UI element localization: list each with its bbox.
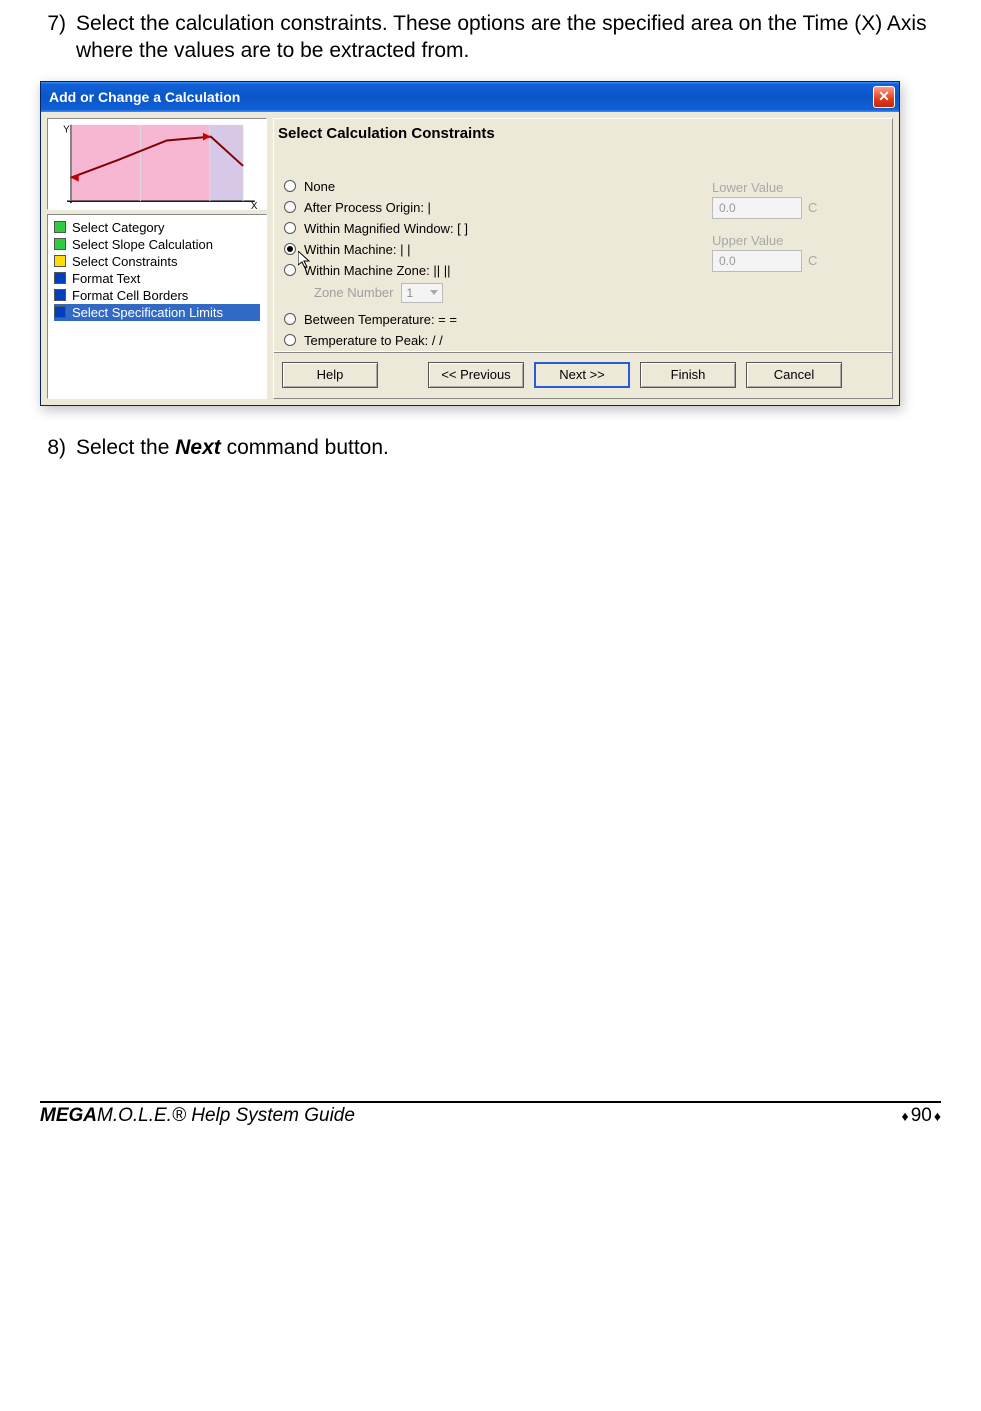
radio-label: Within Machine Zone: || || [304,263,450,278]
value-inputs: Lower Value 0.0 C Upper Value 0.0 C [712,176,882,351]
step-8-text: Select the Next command button. [76,434,941,461]
radio-icon [284,222,296,234]
dialog-window: Add or Change a Calculation ✕ [40,81,900,406]
step-7-text: Select the calculation constraints. Thes… [76,10,941,65]
step-label: Select Specification Limits [72,305,223,320]
status-icon [54,306,66,318]
upper-value-label: Upper Value [712,233,882,248]
radio-after-origin[interactable]: After Process Origin: | [284,197,682,218]
upper-value-input[interactable]: 0.0 [712,250,802,272]
radio-icon [284,334,296,346]
step-label: Format Text [72,271,140,286]
chart-preview: Y X [47,118,267,210]
input-value: 0.0 [719,201,736,215]
zone-number-row: Zone Number 1 [284,283,682,303]
finish-button[interactable]: Finish [640,362,736,388]
diamond-icon: ♦ [902,1108,909,1124]
input-value: 0.0 [719,254,736,268]
step-label: Select Constraints [72,254,178,269]
brand-rest: M.O.L.E.® Help System Guide [97,1105,355,1126]
radio-icon [284,201,296,213]
step-label: Format Cell Borders [72,288,188,303]
svg-text:X: X [251,201,258,209]
step-8-pre: Select the [76,436,175,459]
constraint-radio-group: None After Process Origin: | Within Magn… [284,176,682,351]
radio-icon [284,313,296,325]
lower-unit: C [808,200,817,215]
status-icon [54,221,66,233]
radio-icon [284,180,296,192]
radio-label: Within Magnified Window: [ ] [304,221,468,236]
diamond-icon: ♦ [934,1108,941,1124]
step-item-category[interactable]: Select Category [54,219,260,236]
step-item-slope[interactable]: Select Slope Calculation [54,236,260,253]
radio-icon [284,264,296,276]
step-8: 8) Select the Next command button. [40,434,941,461]
radio-label: None [304,179,335,194]
radio-temp-peak[interactable]: Temperature to Peak: / / [284,330,682,351]
next-button[interactable]: Next >> [534,362,630,388]
lower-value-label: Lower Value [712,180,882,195]
status-icon [54,238,66,250]
panel-heading: Select Calculation Constraints [274,119,892,170]
zone-number-select[interactable]: 1 [401,283,443,303]
step-label: Select Slope Calculation [72,237,213,252]
status-icon [54,272,66,284]
svg-text:Y: Y [63,124,70,135]
footer-brand: MEGAM.O.L.E.® Help System Guide [40,1105,355,1127]
status-icon [54,255,66,267]
help-button[interactable]: Help [282,362,378,388]
close-icon: ✕ [878,88,890,105]
radio-label: After Process Origin: | [304,200,431,215]
previous-button[interactable]: << Previous [428,362,524,388]
radio-machine-zone[interactable]: Within Machine Zone: || || [284,260,682,281]
step-item-format-borders[interactable]: Format Cell Borders [54,287,260,304]
status-icon [54,289,66,301]
step-8-bold: Next [175,436,221,459]
footer-page: ♦90♦ [902,1105,941,1127]
chevron-down-icon [430,290,438,295]
zone-label: Zone Number [314,285,393,300]
footer-divider [40,1101,941,1103]
zone-value: 1 [406,286,413,300]
title-bar: Add or Change a Calculation ✕ [41,82,899,112]
radio-icon [284,243,296,255]
step-7: 7) Select the calculation constraints. T… [40,10,941,65]
brand-bold: MEGA [40,1105,97,1126]
button-row: Help << Previous Next >> Finish Cancel [274,351,892,398]
step-item-format-text[interactable]: Format Text [54,270,260,287]
radio-none[interactable]: None [284,176,682,197]
radio-between-temp[interactable]: Between Temperature: = = [284,309,682,330]
step-item-constraints[interactable]: Select Constraints [54,253,260,270]
step-8-number: 8) [40,434,76,461]
wizard-steps-list: Select Category Select Slope Calculation… [47,214,267,399]
radio-within-machine[interactable]: Within Machine: | | [284,239,682,260]
cancel-button[interactable]: Cancel [746,362,842,388]
lower-value-input[interactable]: 0.0 [712,197,802,219]
upper-unit: C [808,253,817,268]
radio-magnified[interactable]: Within Magnified Window: [ ] [284,218,682,239]
radio-label: Between Temperature: = = [304,312,457,327]
step-item-spec-limits[interactable]: Select Specification Limits [54,304,260,321]
radio-label: Within Machine: | | [304,242,410,257]
page-number: 90 [911,1105,932,1127]
page-footer: MEGAM.O.L.E.® Help System Guide ♦90♦ [0,1105,981,1141]
step-7-number: 7) [40,10,76,65]
close-button[interactable]: ✕ [873,86,895,108]
step-8-post: command button. [221,436,389,459]
step-label: Select Category [72,220,165,235]
window-title: Add or Change a Calculation [49,89,240,105]
radio-label: Temperature to Peak: / / [304,333,443,348]
dialog-screenshot: Add or Change a Calculation ✕ [40,81,941,406]
